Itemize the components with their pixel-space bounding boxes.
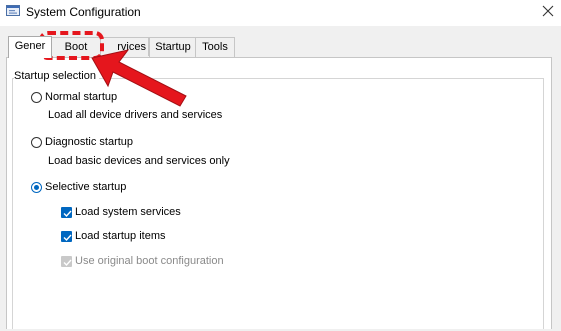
load-startup-items-checkbox[interactable] — [61, 231, 72, 242]
msconfig-icon — [6, 5, 20, 17]
tab-startup[interactable]: Startup — [149, 37, 197, 57]
close-button[interactable] — [535, 0, 561, 24]
tab-services[interactable]: rvices — [100, 37, 149, 56]
diagnostic-startup-description: Load basic devices and services only — [48, 155, 230, 167]
use-original-boot-configuration-label: Use original boot configuration — [75, 255, 224, 267]
system-configuration-window: System Configuration Gener Boot rvices S… — [0, 0, 561, 329]
use-original-boot-configuration-checkbox — [61, 256, 72, 267]
tab-tools[interactable]: Tools — [195, 37, 235, 57]
load-system-services-label[interactable]: Load system services — [75, 206, 181, 218]
tab-general-label: Gener — [14, 40, 46, 52]
tab-strip: Gener Boot rvices Startup Tools — [6, 36, 556, 58]
tab-boot-label: Boot — [64, 41, 88, 53]
tab-startup-label: Startup — [155, 41, 191, 53]
diagnostic-startup-label[interactable]: Diagnostic startup — [45, 136, 133, 148]
tab-boot[interactable]: Boot — [50, 37, 102, 57]
tab-general[interactable]: Gener — [8, 36, 52, 58]
close-icon — [542, 5, 554, 20]
selective-startup-label[interactable]: Selective startup — [45, 181, 126, 193]
startup-selection-label: Startup selection — [14, 70, 99, 82]
normal-startup-radio[interactable] — [31, 92, 42, 103]
selective-startup-radio[interactable] — [31, 182, 42, 193]
load-startup-items-label[interactable]: Load startup items — [75, 230, 166, 242]
load-system-services-checkbox[interactable] — [61, 207, 72, 218]
tab-services-label: rvices — [117, 41, 146, 53]
title-bar: System Configuration — [0, 0, 561, 26]
normal-startup-description: Load all device drivers and services — [48, 109, 223, 121]
diagnostic-startup-radio[interactable] — [31, 137, 42, 148]
tab-tools-label: Tools — [202, 41, 228, 53]
window-title: System Configuration — [26, 5, 141, 19]
normal-startup-label[interactable]: Normal startup — [45, 91, 117, 103]
